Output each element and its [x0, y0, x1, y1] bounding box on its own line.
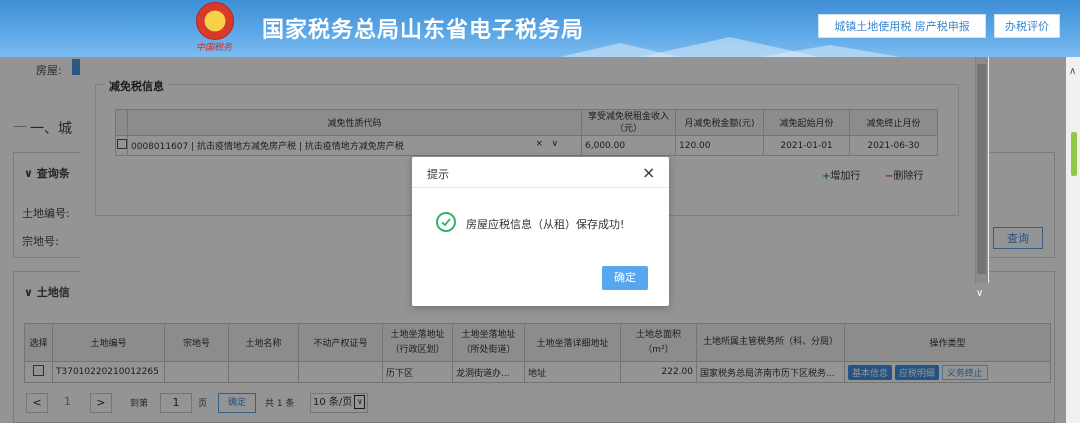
tax-declaration-link[interactable]: 城镇土地使用税 房产税申报 — [818, 14, 986, 38]
dialog-divider — [412, 187, 669, 188]
scroll-up-icon[interactable]: ∧ — [1069, 66, 1076, 77]
site-title: 国家税务总局山东省电子税务局 — [262, 18, 585, 43]
close-icon[interactable]: × — [642, 163, 655, 182]
success-check-icon — [436, 212, 456, 232]
page-scrollbar[interactable] — [1066, 57, 1080, 423]
scroll-down-icon[interactable]: ∨ — [976, 288, 983, 299]
emblem-caption: 中国税务 — [196, 43, 233, 53]
dialog-message: 房屋应税信息（从租）保存成功! — [466, 218, 625, 231]
dialog-title: 提示 — [427, 168, 449, 181]
ok-button[interactable]: 确定 — [602, 266, 648, 290]
page-scrollbar-thumb[interactable] — [1071, 132, 1077, 176]
national-emblem-logo — [196, 2, 234, 40]
tax-evaluation-link[interactable]: 办税评价 — [994, 14, 1060, 38]
